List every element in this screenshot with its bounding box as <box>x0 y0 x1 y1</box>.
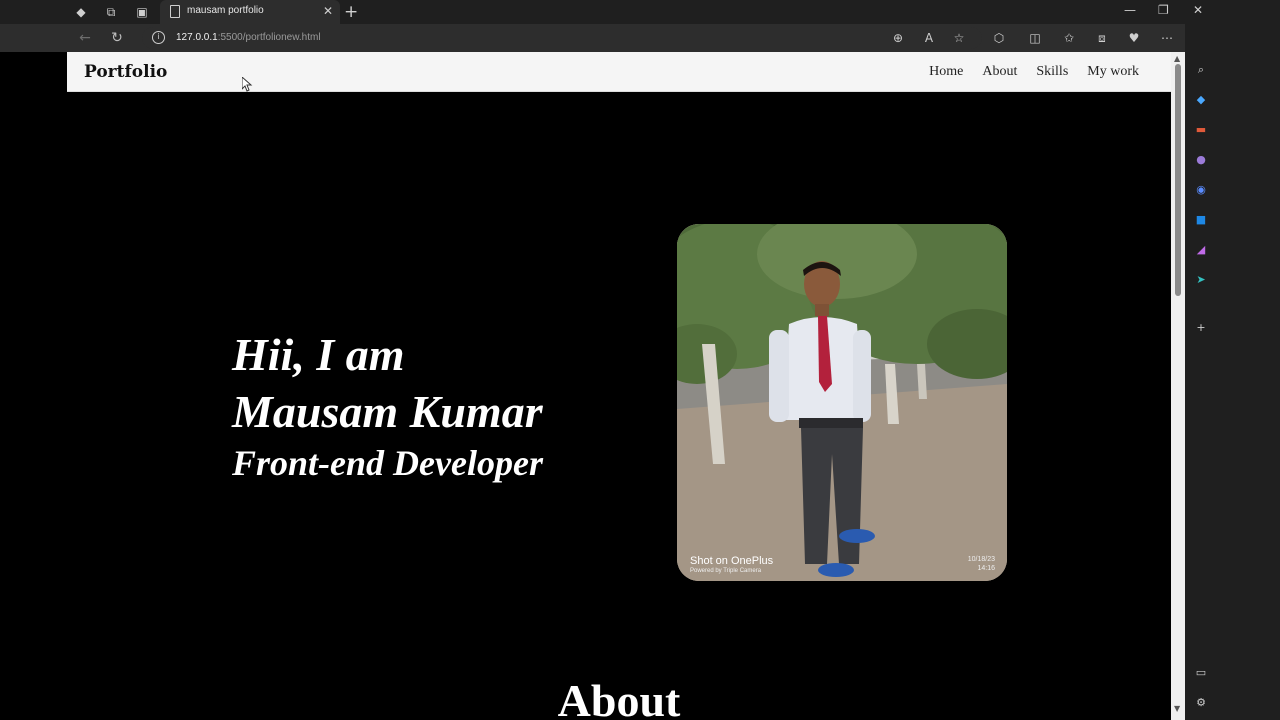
nav-link-skills[interactable]: Skills <box>1036 64 1068 80</box>
reload-icon[interactable]: ↻ <box>108 29 126 47</box>
browser-tab[interactable]: mausam portfolio ✕ <box>160 0 340 24</box>
browser-sidebar: ⌕ ◆ ▬ ● ◉ ■ ◢ ➤ + ▭ ⚙ <box>1185 24 1280 720</box>
nav-links: Home About Skills My work <box>929 64 1139 80</box>
site-brand[interactable]: Portfolio <box>84 62 167 82</box>
window-close-icon[interactable]: ✕ <box>1193 3 1203 17</box>
copilot-sidebar-icon[interactable]: ◉ <box>1193 182 1209 198</box>
shopping-icon[interactable]: ◆ <box>1193 92 1209 108</box>
outlook-icon[interactable]: ■ <box>1193 212 1209 228</box>
hero-name: Mausam Kumar <box>232 386 543 437</box>
split-screen-icon[interactable]: ◫ <box>1027 30 1043 46</box>
site-info-icon[interactable]: i <box>152 31 165 44</box>
back-icon[interactable]: ← <box>76 29 94 47</box>
tools-icon[interactable]: ▬ <box>1193 122 1209 138</box>
close-tab-icon[interactable]: ✕ <box>323 4 333 18</box>
browser-essentials-icon[interactable]: ♥ <box>1126 30 1142 46</box>
photo-date: 10/18/23 <box>967 556 995 563</box>
about-section-heading: About <box>557 675 681 720</box>
profile-photo: Shot on OnePlus Powered by Triple Camera… <box>677 224 1007 581</box>
page-scrollbar[interactable]: ▲ ▼ <box>1171 52 1185 720</box>
scroll-down-icon[interactable]: ▼ <box>1174 704 1180 713</box>
nav-link-my-work[interactable]: My work <box>1087 64 1139 80</box>
workspaces-icon[interactable]: ⧉ <box>103 4 119 20</box>
favorite-star-icon[interactable]: ☆ <box>951 30 967 46</box>
collections-icon[interactable]: ⧈ <box>1094 30 1110 46</box>
browser-profile-icon[interactable]: ◆ <box>73 4 89 20</box>
zoom-icon[interactable]: ⊕ <box>890 30 906 46</box>
hero-greeting: Hii, I am <box>232 329 405 380</box>
hide-sidebar-icon[interactable]: ▭ <box>1193 665 1209 681</box>
extensions-icon[interactable]: ⬡ <box>991 30 1007 46</box>
photo-watermark-sub: Powered by Triple Camera <box>690 568 762 574</box>
more-menu-icon[interactable]: ⋯ <box>1159 30 1175 46</box>
mouse-cursor-icon <box>242 77 253 92</box>
scroll-up-icon[interactable]: ▲ <box>1174 54 1180 63</box>
nav-link-about[interactable]: About <box>982 64 1017 80</box>
browser-toolbar: ← ↻ i 127.0.0.1:5500/portfolionew.html ⊕… <box>0 24 1280 52</box>
url-text[interactable]: 127.0.0.1:5500/portfolionew.html <box>176 32 321 43</box>
address-bar[interactable]: i 127.0.0.1:5500/portfolionew.html <box>142 27 982 49</box>
photo-watermark: Shot on OnePlus <box>690 555 774 567</box>
new-tab-button[interactable]: + <box>344 2 358 22</box>
send-icon[interactable]: ➤ <box>1193 272 1209 288</box>
left-frame <box>0 52 67 720</box>
add-sidebar-app-icon[interactable]: + <box>1193 320 1209 336</box>
tab-actions-icon[interactable]: ▣ <box>134 4 150 20</box>
page-icon <box>170 5 180 18</box>
read-aloud-icon[interactable]: A <box>921 30 937 46</box>
photo-timestamp: 10/18/23 14:16 <box>968 555 995 573</box>
minimize-icon[interactable]: — <box>1124 3 1136 17</box>
settings-gear-icon[interactable]: ⚙ <box>1193 695 1209 711</box>
search-icon[interactable]: ⌕ <box>1193 62 1209 78</box>
restore-icon[interactable]: ❐ <box>1158 3 1169 17</box>
people-icon[interactable]: ● <box>1193 152 1209 168</box>
webpage: Portfolio Home About Skills My work Hii,… <box>67 52 1171 720</box>
favorites-icon[interactable]: ✩ <box>1061 30 1077 46</box>
scroll-thumb[interactable] <box>1175 64 1181 296</box>
hero-role: Front-end Developer <box>232 443 543 483</box>
browser-tab-strip: ◆ ⧉ ▣ mausam portfolio ✕ + — ❐ ✕ <box>0 0 1280 24</box>
designer-icon[interactable]: ◢ <box>1193 242 1209 258</box>
hero-intro: Hii, I am Mausam Kumar Front-end Develop… <box>232 327 543 485</box>
nav-link-home[interactable]: Home <box>929 64 963 80</box>
site-navbar: Portfolio Home About Skills My work <box>67 52 1171 92</box>
profile-photo-illustration <box>677 224 1007 581</box>
tab-title: mausam portfolio <box>187 5 264 16</box>
photo-time: 14:16 <box>977 565 995 572</box>
